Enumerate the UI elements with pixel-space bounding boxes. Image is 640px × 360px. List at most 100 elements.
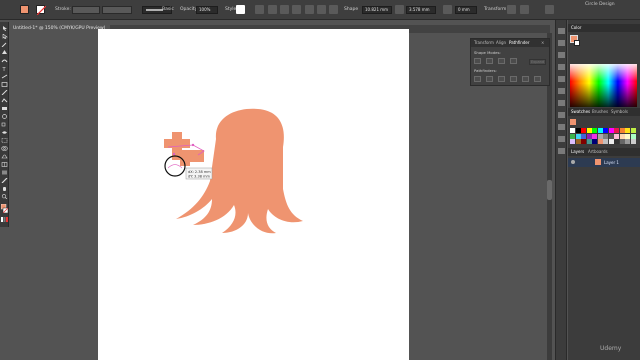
- transform-label[interactable]: Transform: [484, 7, 506, 12]
- opacity-field[interactable]: 100%: [196, 6, 218, 14]
- swatch-cell[interactable]: [625, 133, 630, 139]
- workspace-label[interactable]: Circle Design: [585, 2, 615, 7]
- hand-tool-icon[interactable]: [1, 186, 8, 191]
- exclude-button[interactable]: [510, 58, 517, 64]
- swatch-cell[interactable]: [630, 128, 636, 133]
- align-center-icon[interactable]: [280, 5, 289, 14]
- tab-layers[interactable]: Layers: [571, 149, 584, 154]
- recolor-icon[interactable]: [255, 5, 264, 14]
- line-tool-icon[interactable]: [1, 74, 8, 79]
- swatch-cell[interactable]: [625, 139, 630, 144]
- intersect-button[interactable]: [498, 58, 505, 64]
- curvature-tool-icon[interactable]: [1, 58, 8, 63]
- variable-width-dropdown[interactable]: [102, 6, 132, 14]
- divide-button[interactable]: [474, 76, 481, 82]
- artwork-canvas[interactable]: dX: 2.38 mm dY: 3.38 mm: [98, 29, 409, 360]
- stroke-weight-dropdown[interactable]: [72, 6, 100, 14]
- swatch-cell[interactable]: [630, 139, 636, 144]
- link-icon[interactable]: [395, 5, 404, 14]
- expand-button[interactable]: Expand: [529, 59, 546, 65]
- corner-radius-field[interactable]: 0 mm: [455, 6, 477, 14]
- shape-builder-tool-icon[interactable]: [1, 146, 8, 151]
- swatch-cell[interactable]: [597, 139, 603, 144]
- swatch-cell[interactable]: [592, 128, 597, 133]
- minus-back-button[interactable]: [534, 76, 541, 82]
- outline-button[interactable]: [522, 76, 529, 82]
- scale-tool-icon[interactable]: [1, 122, 8, 127]
- perspective-grid-tool-icon[interactable]: [1, 154, 8, 159]
- properties-icon[interactable]: [558, 40, 565, 46]
- shape-label[interactable]: Shape: [344, 7, 358, 12]
- artboard[interactable]: dX: 2.38 mm dY: 3.38 mm: [98, 29, 409, 360]
- selection-tool-icon[interactable]: [1, 26, 8, 31]
- swatch-cell[interactable]: [575, 133, 581, 139]
- color-mode-icon[interactable]: [1, 217, 8, 222]
- fill-stroke-indicator[interactable]: [1, 204, 8, 213]
- character-panel-icon[interactable]: [558, 148, 565, 154]
- swatch-cell[interactable]: [570, 128, 575, 133]
- document-tab[interactable]: Untitled-1* @ 150% (CMYK/GPU Preview): [10, 25, 110, 33]
- direct-selection-tool-icon[interactable]: [1, 34, 8, 39]
- isolate-icon[interactable]: [520, 5, 529, 14]
- tab-artboards[interactable]: Artboards: [588, 149, 608, 154]
- trim-button[interactable]: [486, 76, 493, 82]
- libraries-icon[interactable]: [558, 28, 565, 34]
- layer-name[interactable]: Layer 1: [604, 160, 619, 165]
- crop-button[interactable]: [510, 76, 517, 82]
- align-panel-icon[interactable]: [558, 124, 565, 130]
- pathfinder-panel-icon[interactable]: [558, 136, 565, 142]
- minus-front-button[interactable]: [486, 58, 493, 64]
- swatch-cell[interactable]: [592, 133, 597, 139]
- style-swatch[interactable]: [236, 5, 245, 14]
- pen-tool-icon[interactable]: [1, 50, 8, 55]
- swatch-cell[interactable]: [603, 139, 608, 144]
- swatch-cell[interactable]: [592, 139, 597, 144]
- free-transform-tool-icon[interactable]: [1, 138, 8, 143]
- width-field[interactable]: 10.821 mm: [362, 6, 392, 14]
- visibility-eye-icon[interactable]: [571, 160, 575, 164]
- panel-menu-icon[interactable]: [545, 5, 554, 14]
- color-spectrum[interactable]: [570, 64, 637, 107]
- eraser-tool-icon[interactable]: [1, 106, 8, 111]
- swatch-cell[interactable]: [570, 139, 575, 144]
- stroke-swatch[interactable]: [36, 5, 47, 16]
- swatch-cell[interactable]: [586, 139, 592, 144]
- active-swatch[interactable]: [570, 119, 576, 125]
- tab-pathfinder[interactable]: Pathfinder: [509, 40, 530, 45]
- swatch-cell[interactable]: [570, 133, 575, 139]
- zoom-tool-icon[interactable]: [1, 194, 8, 199]
- swatch-cell[interactable]: [614, 139, 619, 144]
- eyedropper-tool-icon[interactable]: [1, 178, 8, 183]
- align-left-icon[interactable]: [268, 5, 277, 14]
- graphic-styles-icon[interactable]: [558, 100, 565, 106]
- swatch-cell[interactable]: [575, 128, 581, 133]
- tab-symbols[interactable]: Symbols: [611, 109, 628, 114]
- layer-row[interactable]: Layer 1: [568, 158, 640, 167]
- gradient-panel-icon[interactable]: [558, 64, 565, 70]
- align-right-icon[interactable]: [292, 5, 301, 14]
- scrollbar-thumb[interactable]: [547, 180, 552, 200]
- corner-type-icon[interactable]: [443, 5, 452, 14]
- align-bottom-icon[interactable]: [329, 5, 338, 14]
- swatch-cell[interactable]: [581, 133, 586, 139]
- tab-brushes[interactable]: Brushes: [592, 109, 608, 114]
- mesh-tool-icon[interactable]: [1, 162, 8, 167]
- color-stroke-swatch[interactable]: [574, 40, 580, 46]
- swatch-cell[interactable]: [619, 128, 625, 133]
- swatch-cell[interactable]: [575, 139, 581, 144]
- magic-wand-tool-icon[interactable]: [1, 42, 8, 47]
- tab-swatches[interactable]: Swatches: [571, 109, 590, 114]
- swatch-cell[interactable]: [603, 128, 608, 133]
- swatch-cell[interactable]: [619, 139, 625, 144]
- swatch-cell[interactable]: [619, 133, 625, 139]
- width-tool-icon[interactable]: [1, 130, 8, 135]
- swatch-cell[interactable]: [581, 139, 586, 144]
- swatch-cell[interactable]: [586, 133, 592, 139]
- rectangle-tool-icon[interactable]: [1, 82, 8, 87]
- appearance-panel-icon[interactable]: [558, 88, 565, 94]
- swatch-cell[interactable]: [608, 133, 614, 139]
- swatch-cell[interactable]: [597, 128, 603, 133]
- fill-swatch[interactable]: [20, 5, 29, 14]
- swatch-cell[interactable]: [586, 128, 592, 133]
- flip-icon[interactable]: [507, 5, 516, 14]
